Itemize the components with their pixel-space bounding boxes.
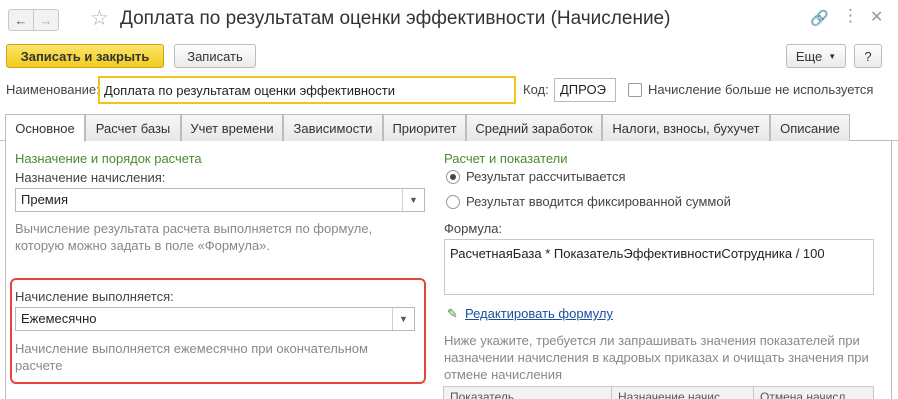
- pencil-icon: ✎: [447, 306, 458, 321]
- indicators-hint: Ниже укажите, требуется ли запрашивать з…: [444, 333, 869, 382]
- name-row: Наименование: Доплата по результатам оце…: [0, 76, 898, 104]
- calc-section-heading: Расчет и показатели: [444, 151, 568, 166]
- frequency-select[interactable]: Ежемесячно ▼: [15, 307, 415, 331]
- code-label: Код:: [523, 82, 549, 97]
- name-label: Наименование:: [6, 82, 100, 97]
- frequency-hint: Начисление выполняется ежемесячно при ок…: [15, 341, 368, 373]
- chevron-down-icon: ▼: [828, 51, 837, 61]
- title-bar: ← → ☆ Доплата по результатам оценки эффе…: [0, 0, 898, 40]
- tab-description[interactable]: Описание: [770, 114, 850, 141]
- more-vertical-icon[interactable]: ⋮: [842, 6, 859, 26]
- arrow-right-icon: →: [39, 12, 53, 28]
- frequency-label: Начисление выполняется:: [15, 289, 174, 304]
- close-icon[interactable]: ✕: [870, 7, 883, 27]
- purpose-select[interactable]: Премия ▼: [15, 188, 425, 212]
- column-header-assign[interactable]: Назначение начис: [612, 387, 754, 399]
- tab-base-calc[interactable]: Расчет базы: [85, 114, 181, 141]
- dropdown-arrow-icon[interactable]: ▼: [392, 308, 414, 330]
- purpose-value: Премия: [21, 192, 69, 207]
- command-bar: Записать и закрыть Записать Еще ▼ ?: [0, 40, 898, 72]
- dropdown-arrow-icon[interactable]: ▼: [402, 189, 424, 211]
- window-title: Доплата по результатам оценки эффективно…: [120, 8, 671, 29]
- save-and-close-button[interactable]: Записать и закрыть: [6, 44, 164, 68]
- favorite-star-icon[interactable]: ☆: [90, 6, 109, 31]
- save-button[interactable]: Записать: [174, 44, 256, 68]
- more-menu-label: Еще: [795, 48, 823, 64]
- unused-label: Начисление больше не используется: [648, 82, 874, 97]
- purpose-section-heading: Назначение и порядок расчета: [15, 151, 202, 166]
- radio-calculated-label: Результат рассчитывается: [466, 169, 626, 184]
- frequency-value: Ежемесячно: [21, 311, 97, 326]
- radio-fixed-label: Результат вводится фиксированной суммой: [466, 194, 731, 209]
- tab-priority[interactable]: Приоритет: [383, 114, 466, 141]
- purpose-label: Назначение начисления:: [15, 170, 166, 185]
- forward-button[interactable]: →: [33, 9, 59, 31]
- radio-calculated[interactable]: [446, 170, 460, 184]
- back-button[interactable]: ←: [8, 9, 34, 31]
- code-input[interactable]: ДПРОЭ: [554, 78, 616, 102]
- more-menu-button[interactable]: Еще ▼: [786, 44, 846, 68]
- link-icon[interactable]: 🔗: [810, 9, 829, 27]
- tab-main[interactable]: Основное: [5, 114, 85, 142]
- column-header-indicator[interactable]: Показатель: [444, 387, 612, 399]
- purpose-hint: Вычисление результата расчета выполняетс…: [15, 221, 373, 253]
- tab-time-accounting[interactable]: Учет времени: [181, 114, 283, 141]
- formula-field[interactable]: РасчетнаяБаза * ПоказательЭффективностиС…: [444, 239, 874, 295]
- unused-checkbox[interactable]: [628, 83, 642, 97]
- help-button[interactable]: ?: [854, 44, 882, 68]
- name-input[interactable]: Доплата по результатам оценки эффективно…: [98, 76, 516, 104]
- tab-taxes[interactable]: Налоги, взносы, бухучет: [602, 114, 770, 141]
- indicators-table-header: Показатель Назначение начис Отмена начис…: [443, 386, 874, 399]
- edit-formula-link[interactable]: Редактировать формулу: [465, 306, 613, 321]
- radio-fixed[interactable]: [446, 195, 460, 209]
- column-header-cancel[interactable]: Отмена начисл: [754, 387, 873, 399]
- formula-label: Формула:: [444, 221, 503, 236]
- tab-bar: Основное Расчет базы Учет времени Зависи…: [0, 113, 898, 142]
- tab-average-earnings[interactable]: Средний заработок: [466, 114, 602, 141]
- arrow-left-icon: ←: [14, 12, 28, 28]
- tab-dependencies[interactable]: Зависимости: [283, 114, 383, 141]
